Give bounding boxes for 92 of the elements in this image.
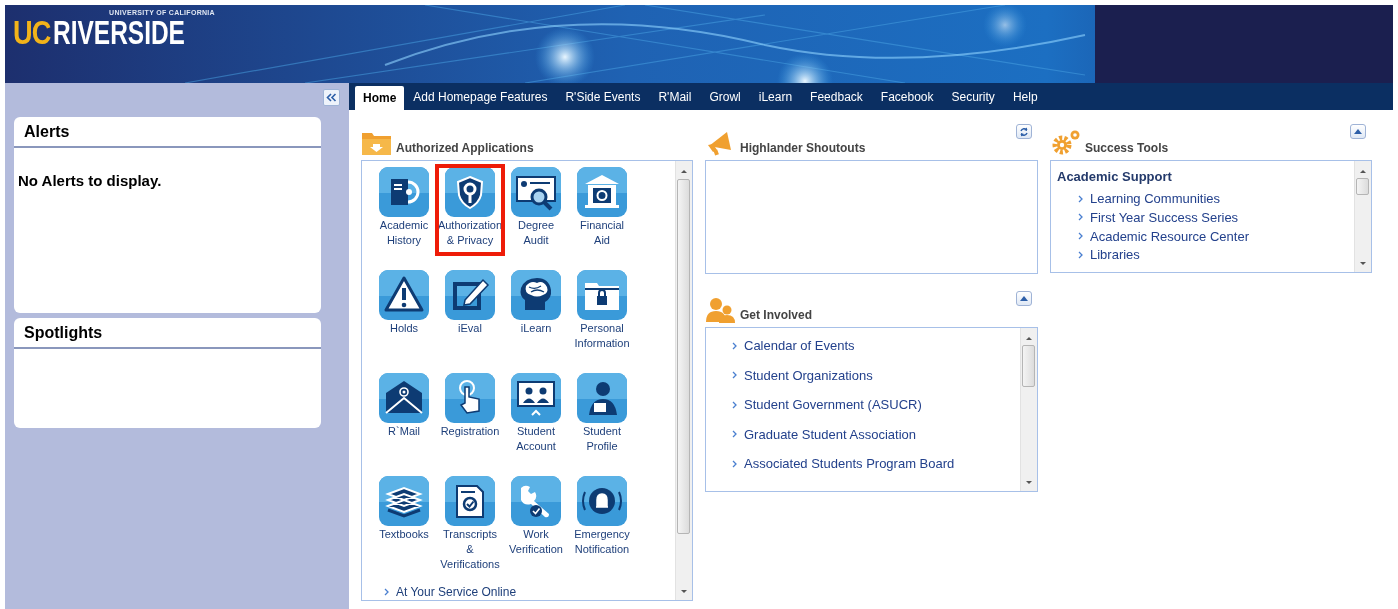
scrollbar[interactable] bbox=[1354, 161, 1371, 272]
scrollbar[interactable] bbox=[675, 161, 692, 600]
document-check-icon bbox=[445, 476, 495, 526]
nav-tab[interactable]: R'Side Events bbox=[556, 86, 650, 108]
link[interactable]: Student Government (ASUCR) bbox=[732, 397, 922, 413]
nav-tab[interactable]: Facebook bbox=[871, 86, 943, 108]
double-chevron-left-icon bbox=[326, 93, 337, 102]
app-tile[interactable]: Registration bbox=[437, 372, 503, 475]
scroll-down-icon[interactable] bbox=[1358, 260, 1368, 268]
app-tile[interactable]: Authorization & Privacy bbox=[437, 166, 503, 254]
app-tile[interactable]: iEval bbox=[437, 269, 503, 372]
app-tile[interactable]: Holds bbox=[371, 269, 437, 372]
books-stack-icon bbox=[379, 476, 429, 526]
refresh-button[interactable] bbox=[1016, 124, 1032, 139]
collapse-button[interactable] bbox=[1350, 124, 1366, 139]
link[interactable]: First Year Success Series bbox=[1078, 209, 1239, 225]
scroll-thumb[interactable] bbox=[677, 179, 690, 534]
link[interactable]: Learning Communities bbox=[1078, 191, 1221, 206]
triangle-up-icon bbox=[1354, 129, 1362, 134]
portlet-title: Success Tools bbox=[1084, 141, 1169, 156]
chevron-right-icon bbox=[732, 400, 737, 409]
gears-icon bbox=[1050, 128, 1082, 156]
app-tile[interactable]: Financial Aid bbox=[569, 166, 635, 269]
chevron-right-icon bbox=[1078, 194, 1083, 203]
portlet-title: Authorized Applications bbox=[395, 141, 534, 156]
scroll-thumb[interactable] bbox=[1356, 178, 1369, 195]
link[interactable]: Student Organizations bbox=[732, 367, 873, 383]
app-tile[interactable]: Degree Audit bbox=[503, 166, 569, 269]
people-icon bbox=[705, 295, 737, 323]
app-tile[interactable]: Work Verification bbox=[503, 475, 569, 578]
head-brain-icon bbox=[511, 270, 561, 320]
nav-tab[interactable]: iLearn bbox=[749, 86, 802, 108]
app-tile[interactable]: iLearn bbox=[503, 269, 569, 372]
envelope-icon bbox=[379, 373, 429, 423]
app-tile[interactable]: Transcripts & Verifications bbox=[437, 475, 503, 578]
app-tile[interactable]: Textbooks bbox=[371, 475, 437, 578]
chevron-right-icon bbox=[732, 430, 737, 439]
app-tile[interactable]: Student Account bbox=[503, 372, 569, 475]
monitor-people-icon bbox=[511, 373, 561, 423]
bell-icon bbox=[577, 476, 627, 526]
scroll-up-icon[interactable] bbox=[1024, 334, 1034, 342]
link[interactable]: Associated Students Program Board bbox=[732, 456, 955, 472]
person-silhouette-icon bbox=[577, 373, 627, 423]
chevron-right-icon bbox=[732, 341, 737, 350]
scroll-down-icon[interactable] bbox=[1024, 479, 1034, 487]
chevron-right-icon bbox=[732, 371, 737, 380]
app-tile[interactable]: R`Mail bbox=[371, 372, 437, 475]
certificate-magnifier-icon bbox=[511, 167, 561, 217]
chevron-right-icon bbox=[732, 459, 737, 468]
nav-tab[interactable]: Home bbox=[355, 86, 405, 110]
scroll-up-icon[interactable] bbox=[1358, 167, 1368, 175]
logo-text: UC bbox=[13, 15, 51, 49]
shield-key-icon bbox=[445, 167, 495, 217]
app-tile[interactable]: Academic History bbox=[371, 166, 437, 269]
scroll-up-icon[interactable] bbox=[679, 167, 689, 175]
refresh-icon bbox=[1019, 126, 1029, 137]
wrench-check-icon bbox=[511, 476, 561, 526]
nav-tab[interactable]: R'Mail bbox=[649, 86, 701, 108]
collapse-button[interactable] bbox=[1016, 291, 1032, 306]
chevron-right-icon bbox=[1078, 213, 1083, 222]
chevron-right-icon bbox=[384, 588, 389, 596]
nav-tab[interactable]: Help bbox=[1003, 86, 1047, 108]
panel-title: Alerts bbox=[14, 121, 321, 148]
pointing-hand-icon bbox=[445, 373, 495, 423]
scroll-thumb[interactable] bbox=[1022, 345, 1035, 387]
link[interactable]: Graduate Student Association bbox=[732, 426, 916, 442]
warning-icon bbox=[379, 270, 429, 320]
portlet-title: Highlander Shoutouts bbox=[739, 141, 866, 156]
link[interactable]: Calendar of Events bbox=[732, 338, 855, 353]
section-heading: Academic Support bbox=[1057, 169, 1172, 184]
link[interactable]: Libraries bbox=[1078, 247, 1140, 263]
nav-tab[interactable]: Add Homepage Features bbox=[404, 86, 557, 108]
logo-text: RIVERSIDE bbox=[53, 15, 186, 49]
app-tile[interactable]: Personal Information bbox=[569, 269, 635, 372]
book-icon bbox=[379, 167, 429, 217]
scrollbar[interactable] bbox=[1020, 328, 1037, 491]
app-tile[interactable]: Student Profile bbox=[569, 372, 635, 475]
panel-message: No Alerts to display. bbox=[17, 171, 163, 189]
app-link[interactable]: At Your Service Online bbox=[384, 585, 517, 599]
edit-icon bbox=[445, 270, 495, 320]
collapse-sidebar-button[interactable] bbox=[323, 89, 340, 106]
bank-icon bbox=[577, 167, 627, 217]
nav-tab[interactable]: Security bbox=[942, 86, 1004, 108]
folder-lock-icon bbox=[577, 270, 627, 320]
nav-tab[interactable]: Feedback bbox=[801, 86, 872, 108]
panel-title: Spotlights bbox=[14, 322, 321, 349]
portlet-title: Get Involved bbox=[739, 308, 813, 323]
triangle-up-icon bbox=[1020, 296, 1028, 301]
app-tile[interactable]: Emergency Notification bbox=[569, 475, 635, 578]
nav-tab[interactable]: Growl bbox=[700, 86, 750, 108]
link[interactable]: Academic Resource Center bbox=[1078, 228, 1249, 244]
scroll-down-icon[interactable] bbox=[679, 588, 689, 596]
